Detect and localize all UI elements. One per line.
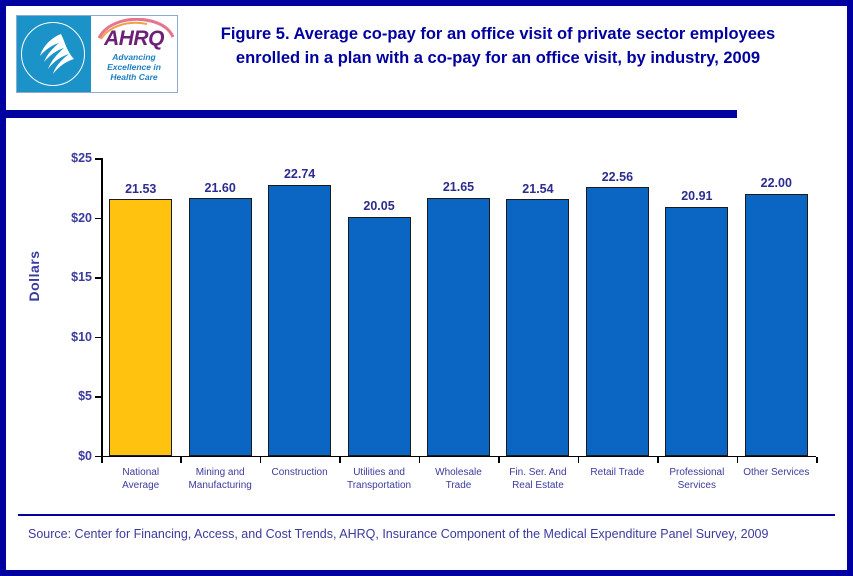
x-axis-category-line: Utilities and: [353, 467, 405, 478]
x-axis-tick: [498, 457, 500, 463]
agency-logo: AHRQ Advancing Excellence in Health Care: [16, 15, 178, 93]
bar-value-label: 20.05: [363, 199, 395, 214]
bar[interactable]: [744, 193, 808, 456]
x-axis-tick: [180, 457, 182, 463]
x-axis-category-line: Other Services: [743, 467, 810, 478]
plot-area: $0 $5 $10 $15 $20 $25 21.53 21.60 22.74 20.05 21.…: [71, 151, 818, 491]
bar[interactable]: [585, 187, 649, 456]
x-axis-category-label: National Average: [95, 466, 186, 492]
y-axis-tick: [95, 336, 101, 338]
x-axis-tick: [816, 457, 818, 463]
x-axis-category-label: Fin. Ser. And Real Estate: [492, 466, 583, 492]
y-axis-tick-label: $5: [78, 389, 92, 403]
x-axis-category-line: Professional: [669, 467, 725, 478]
x-axis-category-label: Mining and Manufacturing: [174, 466, 265, 492]
bar[interactable]: [188, 198, 252, 456]
figure-header: AHRQ Advancing Excellence in Health Care…: [6, 6, 847, 100]
footer-divider: [18, 514, 835, 516]
x-axis-category-line: Wholesale: [435, 467, 482, 478]
x-axis-category-label: Utilities and Transportation: [333, 466, 424, 492]
ahrq-tagline-line2: Excellence in: [107, 62, 161, 72]
y-axis-tick: [95, 277, 101, 279]
x-axis-category-label: Other Services: [731, 466, 822, 479]
bar-value-label: 21.60: [204, 180, 236, 195]
figure-title: Figure 5. Average co-pay for an office v…: [220, 25, 776, 67]
y-axis-tick-label: $20: [71, 210, 92, 225]
x-axis-category-label: Retail Trade: [572, 466, 663, 479]
x-axis-tick: [577, 457, 580, 463]
bar-value-label: 20.91: [681, 189, 713, 204]
x-axis-category-line: Services: [677, 480, 716, 491]
bar[interactable]: [268, 184, 332, 456]
bar[interactable]: [109, 199, 173, 456]
x-axis-tick: [259, 457, 262, 463]
x-axis-category-line: Trade: [445, 480, 472, 491]
bar-value-label: 21.53: [125, 181, 157, 196]
hhs-seal-icon: [17, 16, 91, 92]
y-axis-tick: [95, 158, 101, 160]
bar-value-label: 22.00: [760, 176, 792, 191]
x-axis-category-line: National: [122, 467, 160, 478]
x-axis-tick: [418, 457, 421, 463]
y-axis-tick-label: $0: [78, 448, 92, 463]
bar-value-label: 21.54: [522, 181, 554, 196]
x-axis-tick: [657, 457, 659, 463]
figure-container: AHRQ Advancing Excellence in Health Care…: [0, 0, 853, 576]
source-note: Source: Center for Financing, Access, an…: [28, 527, 769, 541]
bar-value-label: 21.65: [442, 180, 475, 195]
bar[interactable]: [665, 206, 729, 456]
x-axis-category-label: Construction: [254, 466, 345, 479]
x-axis-category-line: Manufacturing: [188, 480, 252, 491]
y-axis-tick-label: $15: [71, 270, 92, 284]
bar[interactable]: [427, 197, 490, 456]
x-axis-category-line: Transportation: [346, 480, 412, 491]
y-axis-tick-label: $25: [71, 151, 92, 165]
bar[interactable]: [506, 199, 570, 456]
y-axis-tick-label: $10: [71, 329, 92, 344]
x-axis-category-line: Mining and: [195, 467, 245, 478]
y-axis-title: Dollars: [26, 250, 42, 302]
x-axis-category-label: Wholesale Trade: [413, 466, 504, 492]
seal-bird-icon: [40, 34, 74, 74]
bar-value-label: 22.56: [601, 169, 634, 184]
x-axis-category-line: Real Estate: [512, 480, 564, 491]
y-axis-tick: [95, 396, 101, 398]
ahrq-mark: AHRQ Advancing Excellence in Health Care: [91, 16, 177, 92]
y-axis-line: [101, 158, 103, 457]
bar-value-label: 22.74: [283, 167, 316, 182]
y-axis-tick: [95, 217, 101, 219]
x-axis-category-line: Fin. Ser. And: [509, 467, 567, 478]
chart-area: Dollars $0 $5 $10 $15 $20 $25 21.53 21.60 22.74…: [6, 118, 847, 510]
bar[interactable]: [347, 216, 411, 456]
x-axis-category-label: Professional Services: [651, 466, 742, 492]
x-axis-category-line: Retail Trade: [590, 467, 645, 478]
ahrq-tagline-line1: Advancing: [112, 52, 156, 62]
swoosh-icon: [97, 18, 175, 40]
header-divider: [6, 110, 737, 118]
x-axis-category-line: Average: [122, 480, 160, 491]
ahrq-tagline-line3: Health Care: [110, 72, 158, 82]
x-axis-tick: [339, 457, 341, 463]
x-axis-tick: [736, 457, 739, 463]
x-axis-line: [101, 455, 816, 457]
x-axis-category-line: Construction: [271, 467, 328, 478]
x-axis-tick: [101, 457, 103, 463]
